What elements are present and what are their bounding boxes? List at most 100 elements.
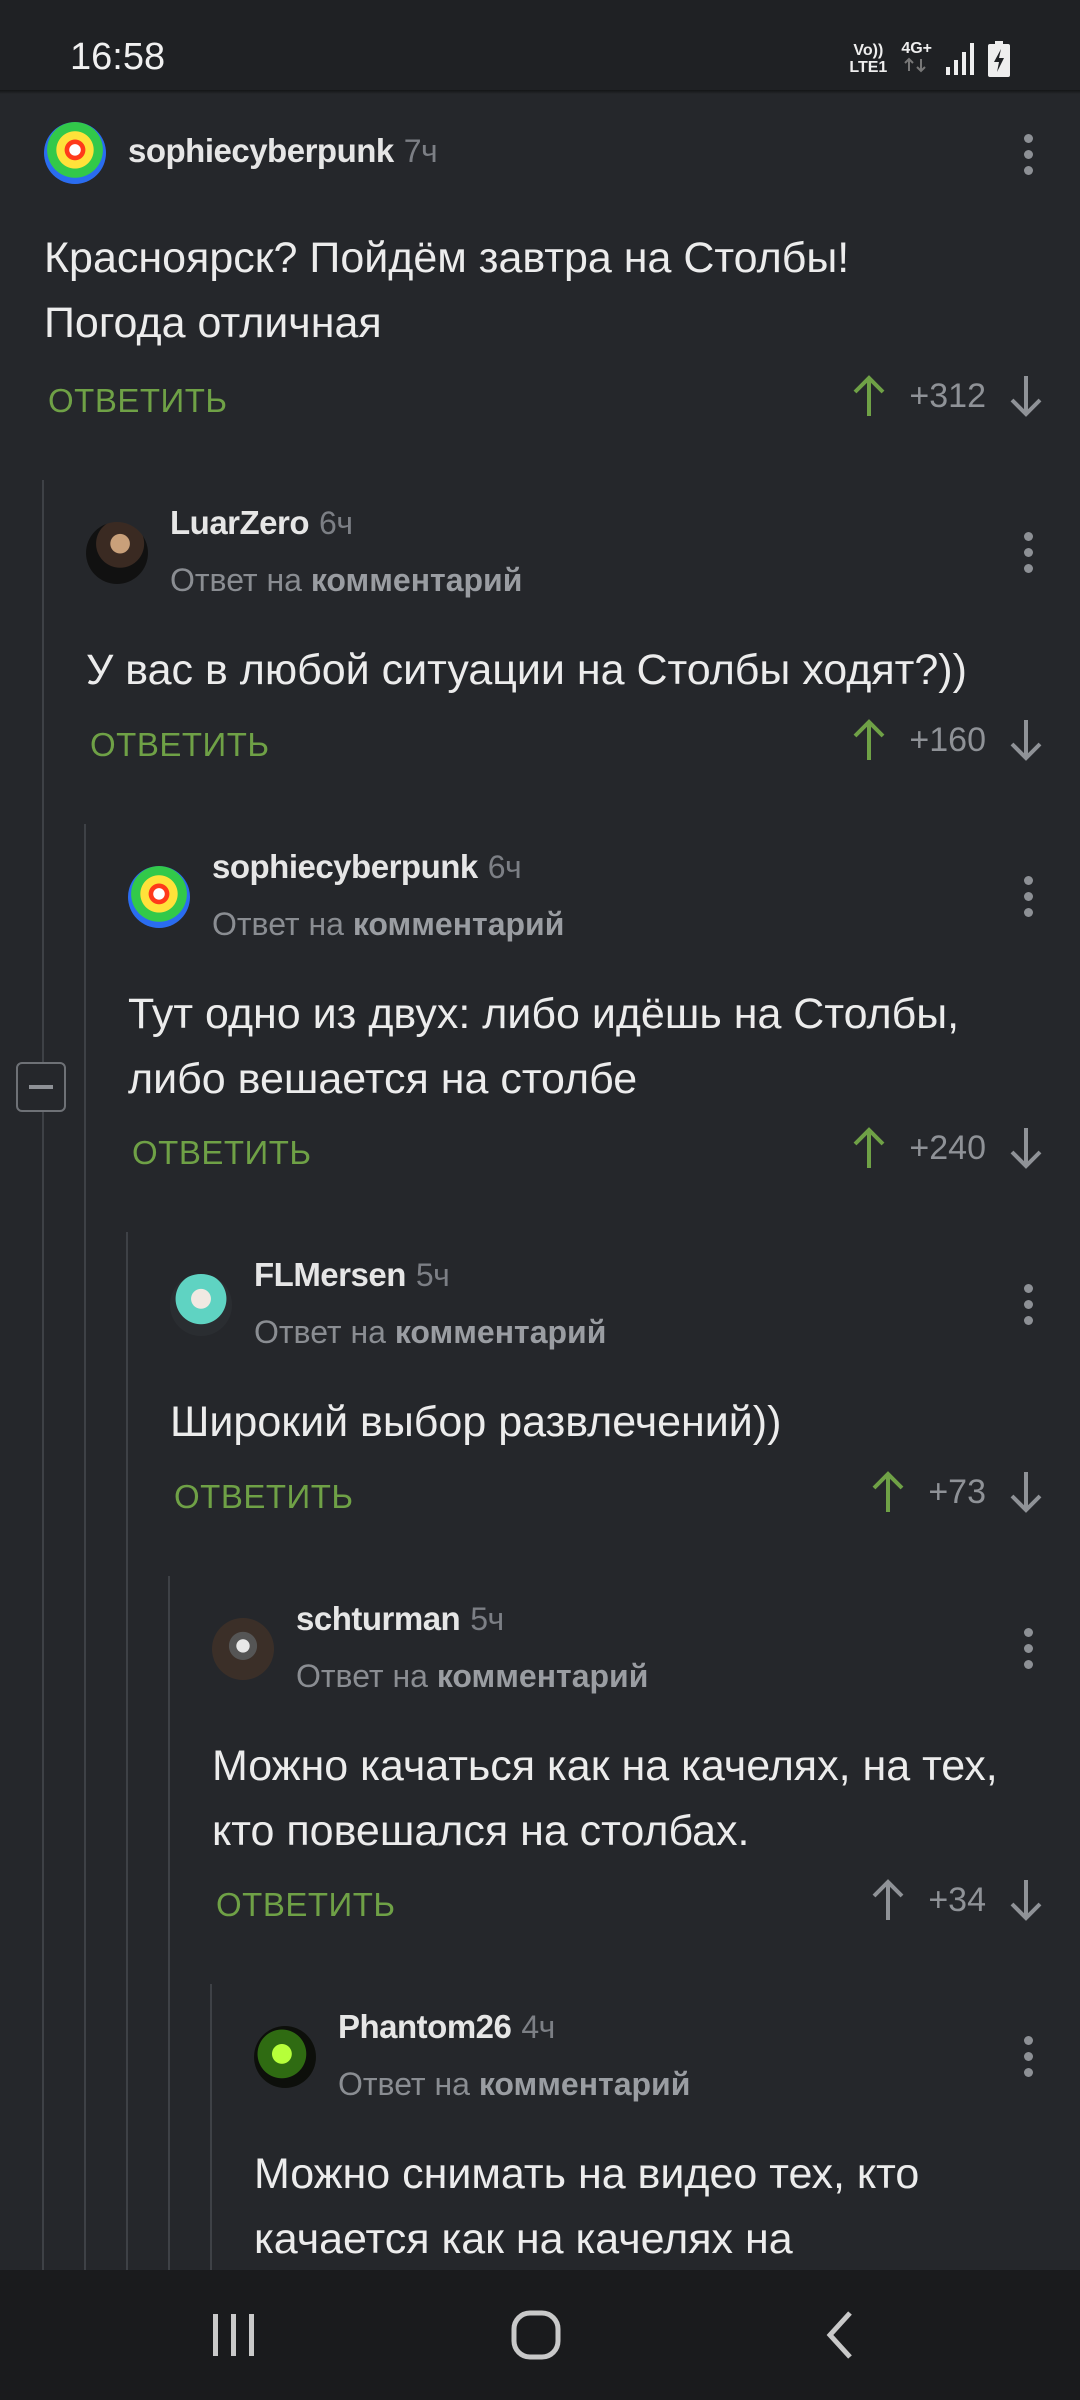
comment-time: 5ч [415,1257,450,1293]
comment-time: 5ч [470,1601,504,1637]
status-icons: Vo)) LTE1 4G+ [849,40,1010,78]
comment-time: 6ч [319,505,353,541]
collapse-thread-button[interactable] [16,1062,66,1112]
home-icon [511,2310,561,2360]
upvote-arrow-icon[interactable] [870,1878,906,1922]
thread-line-5 [210,1984,212,2270]
comment-score: +73 [928,1472,986,1511]
username-text[interactable]: FLMersen [254,1256,406,1293]
recent-apps-button[interactable] [134,2270,334,2400]
reply-target-link[interactable]: комментарий [479,2066,691,2102]
data-type-label: 4G+ [901,40,932,57]
data-indicator: 4G+ [901,40,932,78]
upvote-arrow-icon[interactable] [851,718,887,762]
status-time: 16:58 [70,36,166,78]
comment-time: 4ч [521,2009,555,2045]
comment-text: Широкий выбор развлечений)) [170,1398,782,1446]
username-text[interactable]: Phantom26 [338,2008,512,2045]
username-text[interactable]: sophiecyberpunk [212,848,478,885]
system-navigation-bar [0,2270,1080,2400]
vote-controls: +73 [870,1470,1044,1514]
username[interactable]: sophiecyberpunk 7ч [128,132,438,170]
upvote-arrow-icon[interactable] [851,374,887,418]
avatar[interactable] [254,2026,316,2088]
vote-controls: +240 [851,1126,1044,1170]
reply-target-link[interactable]: комментарий [311,562,523,598]
comment-score: +240 [909,1128,986,1167]
comment-time: 7ч [403,133,438,169]
recent-apps-icon [213,2314,254,2356]
vote-controls: +34 [870,1878,1044,1922]
reply-button[interactable]: ОТВЕТИТЬ [216,1886,396,1924]
comment-text: У вас в любой ситуации на Столбы ходят?)… [86,646,967,694]
thread-line-1 [42,480,44,2270]
avatar[interactable] [86,522,148,584]
avatar[interactable] [212,1618,274,1680]
comment: sophiecyberpunk 7ч Красноярск? Пойдём зав… [0,94,1080,434]
reply-target-link[interactable]: комментарий [353,906,565,942]
downvote-arrow-icon[interactable] [1008,1126,1044,1170]
downvote-arrow-icon[interactable] [1008,374,1044,418]
more-options-icon[interactable] [1024,876,1034,917]
username-text[interactable]: LuarZero [170,504,310,541]
username-text[interactable]: sophiecyberpunk [128,132,394,169]
home-button[interactable] [436,2270,636,2400]
comments-feed: sophiecyberpunk 7ч Красноярск? Пойдём зав… [0,94,1080,2270]
reply-to-label: Ответ на комментарий [170,562,522,599]
data-arrows-icon [904,57,927,73]
downvote-arrow-icon[interactable] [1008,1878,1044,1922]
reply-to-label: Ответ на комментарий [254,1314,606,1351]
vote-controls: +312 [851,374,1044,418]
signal-icon [946,43,974,75]
thread-line-3 [126,1232,128,2270]
reply-target-link[interactable]: комментарий [437,1658,649,1694]
username[interactable]: FLMersen 5ч [254,1256,450,1294]
reply-prefix: Ответ на [212,906,344,942]
username-text[interactable]: schturman [296,1600,461,1637]
comment-text: Можно качаться как на качелях, на тех, к… [212,1742,998,1855]
reply-prefix: Ответ на [296,1658,428,1694]
battery-charging-icon [988,41,1010,77]
reply-prefix: Ответ на [254,1314,386,1350]
more-options-icon[interactable] [1024,1284,1034,1325]
upvote-arrow-icon[interactable] [870,1470,906,1514]
volte-label: Vo)) [853,42,884,59]
reply-button[interactable]: ОТВЕТИТЬ [132,1134,312,1172]
back-icon [826,2311,852,2359]
more-options-icon[interactable] [1024,532,1034,573]
avatar[interactable] [44,122,106,184]
comment-score: +312 [909,376,986,415]
reply-prefix: Ответ на [170,562,302,598]
avatar[interactable] [128,866,190,928]
reply-button[interactable]: ОТВЕТИТЬ [90,726,270,764]
downvote-arrow-icon[interactable] [1008,1470,1044,1514]
username[interactable]: Phantom26 4ч [338,2008,555,2046]
upvote-arrow-icon[interactable] [851,1126,887,1170]
more-options-icon[interactable] [1024,2036,1034,2077]
comment-time: 6ч [487,849,522,885]
status-bar: 16:58 Vo)) LTE1 4G+ [0,0,1080,90]
vote-controls: +160 [851,718,1044,762]
reply-target-link[interactable]: комментарий [395,1314,607,1350]
reply-to-label: Ответ на комментарий [338,2066,690,2103]
volte-indicator: Vo)) LTE1 [849,42,887,76]
username[interactable]: LuarZero 6ч [170,504,353,542]
more-options-icon[interactable] [1024,1628,1034,1669]
reply-prefix: Ответ на [338,2066,470,2102]
username[interactable]: schturman 5ч [296,1600,504,1638]
more-options-icon[interactable] [1024,134,1034,175]
downvote-arrow-icon[interactable] [1008,718,1044,762]
comment-text: Красноярск? Пойдём завтра на Столбы! Пог… [44,234,850,347]
comment-score: +34 [928,1880,986,1919]
lte-label: LTE1 [849,59,888,76]
reply-to-label: Ответ на комментарий [212,906,564,943]
reply-button[interactable]: ОТВЕТИТЬ [48,382,228,420]
reply-button[interactable]: ОТВЕТИТЬ [174,1478,354,1516]
avatar[interactable] [170,1274,232,1336]
comment-score: +160 [909,720,986,759]
back-button[interactable] [740,2270,940,2400]
thread-line-4 [168,1576,170,2270]
username[interactable]: sophiecyberpunk 6ч [212,848,522,886]
thread-line-2 [84,824,86,2270]
comment-text: Тут одно из двух: либо идёшь на Столбы, … [128,990,960,1103]
